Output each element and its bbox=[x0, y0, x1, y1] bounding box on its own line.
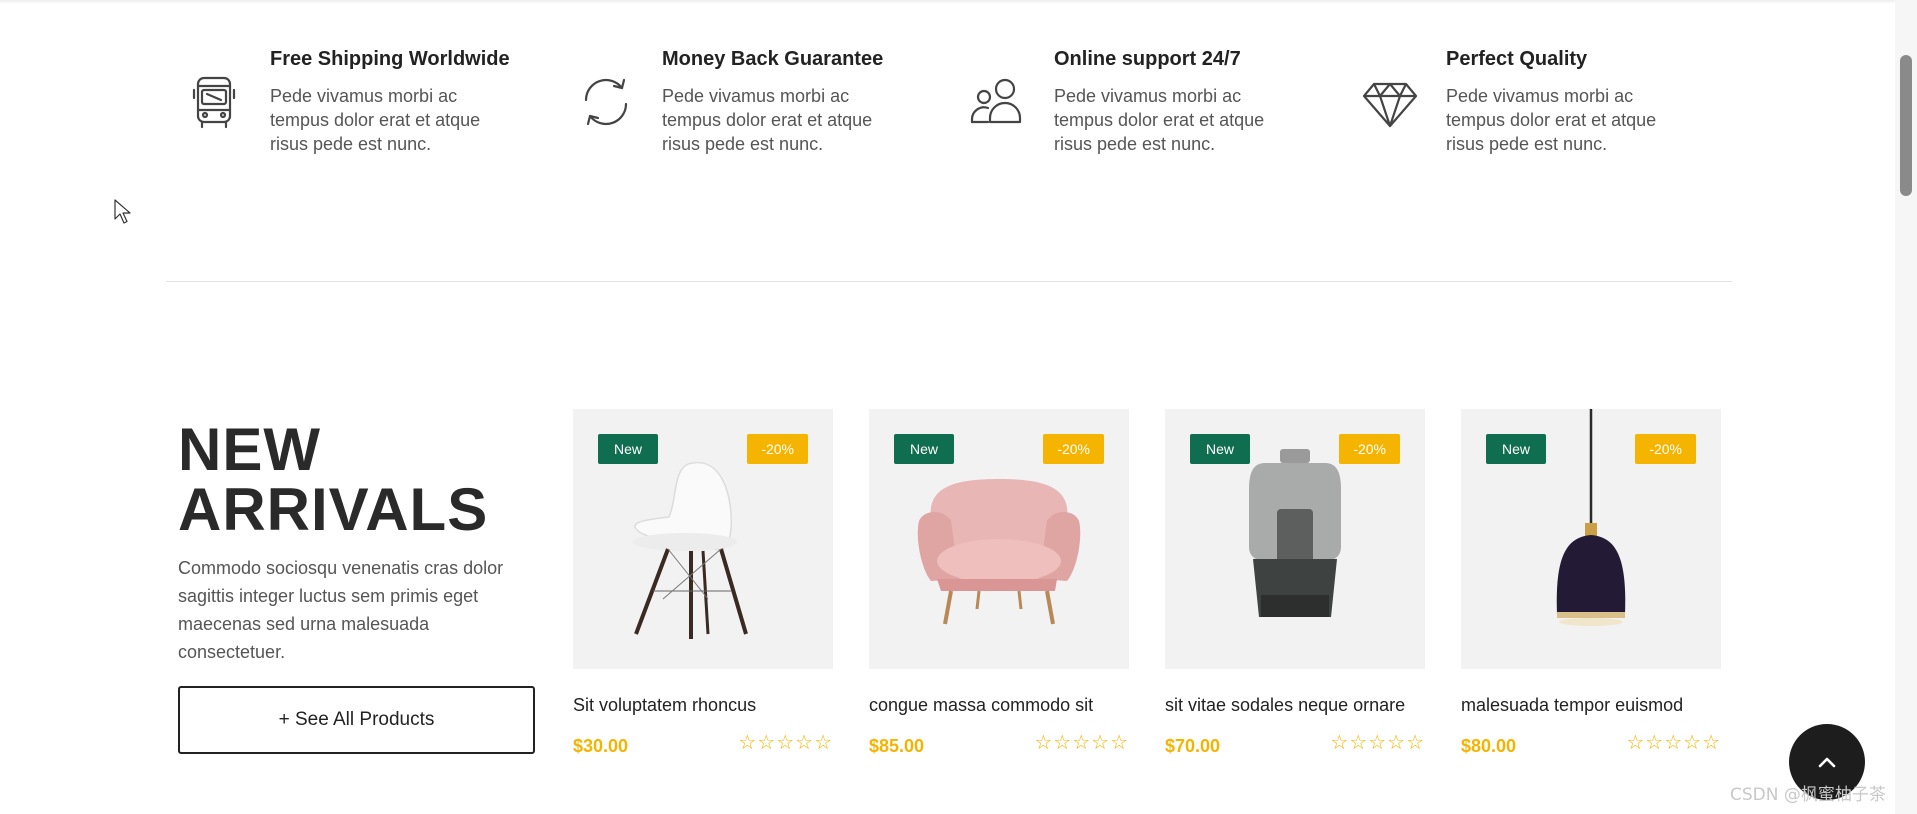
section-heading: NEW ARRIVALS bbox=[178, 420, 538, 540]
badge-new: New bbox=[598, 434, 659, 464]
users-icon bbox=[968, 72, 1028, 132]
chevron-up-icon bbox=[1818, 757, 1836, 768]
product-price: $70.00 bbox=[1165, 736, 1221, 756]
section-description: Commodo sociosqu venenatis cras dolor sa… bbox=[178, 558, 504, 662]
mouse-cursor-icon bbox=[114, 199, 132, 225]
refresh-icon bbox=[576, 72, 636, 132]
product-meta: $85.00 ☆☆☆☆☆ bbox=[869, 732, 1129, 758]
badge-new: New bbox=[894, 434, 955, 464]
badge-new: New bbox=[1486, 434, 1547, 464]
vertical-scrollbar[interactable] bbox=[1895, 0, 1917, 814]
heading-line: NEW bbox=[178, 416, 321, 483]
diamond-icon bbox=[1360, 72, 1420, 132]
feature-desc: Pede vivamus morbi ac tempus dolor erat … bbox=[662, 86, 873, 154]
product-image[interactable]: New -20% bbox=[1461, 409, 1721, 669]
product-name[interactable]: Sit voluptatem rhoncus bbox=[573, 695, 833, 716]
badge-discount: -20% bbox=[1339, 434, 1400, 464]
heading-line: ARRIVALS bbox=[178, 476, 489, 543]
product-card[interactable]: New -20% sit vitae sodales neque ornare … bbox=[1165, 409, 1425, 758]
features-row: Free Shipping Worldwide Pede vivamus mor… bbox=[176, 46, 1744, 166]
product-name[interactable]: sit vitae sodales neque ornare bbox=[1165, 695, 1425, 716]
feature-title: Money Back Guarantee bbox=[662, 48, 884, 70]
see-all-products-button[interactable]: + See All Products bbox=[178, 686, 535, 754]
product-meta: $70.00 ☆☆☆☆☆ bbox=[1165, 732, 1425, 758]
feature-desc: Pede vivamus morbi ac tempus dolor erat … bbox=[1446, 86, 1657, 154]
badge-discount: -20% bbox=[747, 434, 808, 464]
product-name[interactable]: malesuada tempor euismod bbox=[1461, 695, 1721, 716]
product-image[interactable]: New -20% bbox=[573, 409, 833, 669]
product-card[interactable]: New -20% Sit voluptatem rhoncus $30.00 ☆… bbox=[573, 409, 833, 758]
top-shadow bbox=[0, 0, 1895, 4]
product-card[interactable]: New -20% congue massa commodo sit $85.00… bbox=[869, 409, 1129, 758]
feature-desc: Pede vivamus morbi ac tempus dolor erat … bbox=[270, 86, 481, 154]
new-arrivals-intro: NEW ARRIVALS Commodo sociosqu venenatis … bbox=[178, 420, 538, 666]
feature-desc: Pede vivamus morbi ac tempus dolor erat … bbox=[1054, 86, 1265, 154]
feature-shipping: Free Shipping Worldwide Pede vivamus mor… bbox=[176, 46, 568, 166]
feature-title: Online support 24/7 bbox=[1054, 48, 1241, 70]
feature-quality: Perfect Quality Pede vivamus morbi ac te… bbox=[1352, 46, 1744, 166]
bus-icon bbox=[184, 72, 244, 132]
product-price: $80.00 bbox=[1461, 736, 1517, 756]
scrollbar-thumb[interactable] bbox=[1900, 55, 1912, 196]
badge-new: New bbox=[1190, 434, 1251, 464]
star-rating-icon: ☆☆☆☆☆ bbox=[1034, 732, 1129, 754]
feature-support: Online support 24/7 Pede vivamus morbi a… bbox=[960, 46, 1352, 166]
feature-title: Perfect Quality bbox=[1446, 48, 1588, 70]
feature-title: Free Shipping Worldwide bbox=[270, 48, 510, 70]
product-name[interactable]: congue massa commodo sit bbox=[869, 695, 1129, 716]
product-image[interactable]: New -20% bbox=[1165, 409, 1425, 669]
watermark: CSDN @枫蜜柚子茶 bbox=[1730, 785, 1886, 805]
badge-discount: -20% bbox=[1635, 434, 1696, 464]
product-price: $85.00 bbox=[869, 736, 925, 756]
product-meta: $30.00 ☆☆☆☆☆ bbox=[573, 732, 833, 758]
star-rating-icon: ☆☆☆☆☆ bbox=[738, 732, 833, 754]
feature-money-back: Money Back Guarantee Pede vivamus morbi … bbox=[568, 46, 960, 166]
product-meta: $80.00 ☆☆☆☆☆ bbox=[1461, 732, 1721, 758]
badge-discount: -20% bbox=[1043, 434, 1104, 464]
product-price: $30.00 bbox=[573, 736, 629, 756]
star-rating-icon: ☆☆☆☆☆ bbox=[1330, 732, 1425, 754]
section-divider bbox=[166, 281, 1732, 282]
page: Free Shipping Worldwide Pede vivamus mor… bbox=[0, 0, 1917, 814]
star-rating-icon: ☆☆☆☆☆ bbox=[1626, 732, 1721, 754]
product-card[interactable]: New -20% malesuada tempor euismod $80.00… bbox=[1461, 409, 1721, 758]
product-image[interactable]: New -20% bbox=[869, 409, 1129, 669]
